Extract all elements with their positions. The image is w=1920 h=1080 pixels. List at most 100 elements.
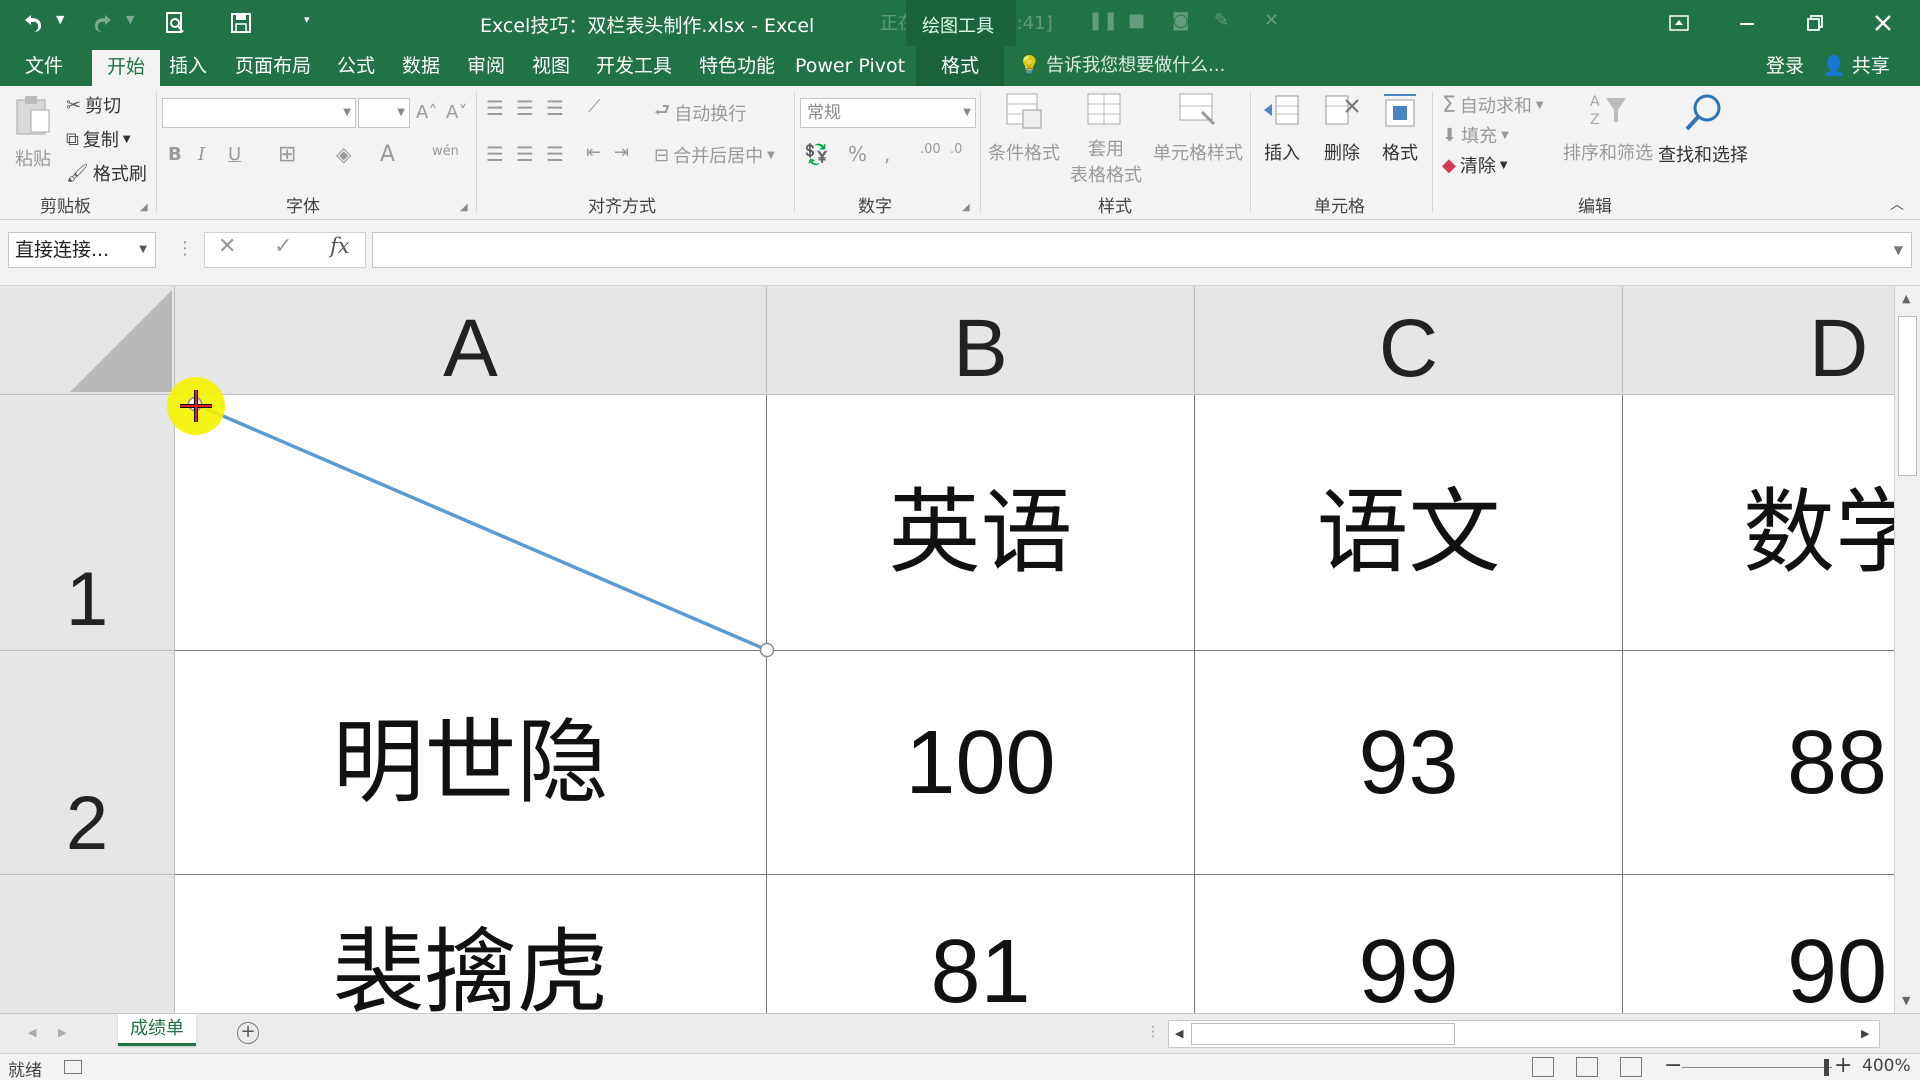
redo-icon[interactable] xyxy=(86,8,120,38)
italic-icon[interactable]: I xyxy=(198,144,205,165)
zoom-level[interactable]: 400% xyxy=(1862,1056,1911,1076)
ribbon-display-icon[interactable] xyxy=(1646,0,1712,46)
orientation-icon[interactable]: ⟋ xyxy=(588,96,601,117)
name-box[interactable]: 直接连接... ▼ xyxy=(8,232,156,268)
minimize-icon[interactable] xyxy=(1714,0,1780,46)
page-layout-view-icon[interactable] xyxy=(1576,1057,1598,1077)
format-as-table-button[interactable]: 套用 表格格式 xyxy=(1060,92,1152,187)
fill-dropdown-icon[interactable]: ▼ xyxy=(1501,130,1509,141)
worksheet-grid[interactable]: A B C D 1 2 英语 语文 数学 明世隐 100 93 88 裴擒虎 8… xyxy=(0,286,1894,1013)
zoom-in-icon[interactable]: + xyxy=(1834,1053,1852,1078)
tab-developer[interactable]: 开发工具 xyxy=(590,46,678,86)
split-handle-icon[interactable]: ⋮ xyxy=(1146,1024,1160,1040)
zoom-slider[interactable] xyxy=(1682,1067,1832,1068)
cancel-icon[interactable]: ✕ xyxy=(218,234,236,259)
find-select-button[interactable]: 查找和选择 xyxy=(1656,92,1750,167)
align-bottom-icon[interactable]: ☰ xyxy=(546,96,564,120)
chevron-down-icon[interactable]: ▼ xyxy=(139,233,147,267)
insert-function-icon[interactable]: fx xyxy=(330,234,350,258)
macro-record-icon[interactable] xyxy=(64,1060,82,1074)
tab-file[interactable]: 文件 xyxy=(10,46,78,86)
align-right-icon[interactable]: ☰ xyxy=(546,142,564,166)
normal-view-icon[interactable] xyxy=(1532,1057,1554,1077)
align-top-icon[interactable]: ☰ xyxy=(486,96,504,120)
tell-me-search[interactable]: 💡 告诉我您想要做什么... xyxy=(1018,46,1225,86)
percent-icon[interactable]: % xyxy=(848,142,867,166)
undo-icon[interactable] xyxy=(16,8,50,38)
undo-dropdown-icon[interactable]: ▼ xyxy=(56,13,64,26)
clipboard-launcher-icon[interactable]: ◢ xyxy=(140,202,148,213)
zoom-out-icon[interactable]: − xyxy=(1664,1053,1682,1078)
tab-special-features[interactable]: 特色功能 xyxy=(692,46,782,86)
merge-center-button[interactable]: ⊟ 合并后居中 ▼ xyxy=(654,142,775,168)
paste-button[interactable]: 粘贴 xyxy=(10,94,56,171)
font-size-combo[interactable]: ▼ xyxy=(358,98,410,128)
tab-data[interactable]: 数据 xyxy=(394,46,448,86)
align-middle-icon[interactable]: ☰ xyxy=(516,96,534,120)
formula-input[interactable]: ▼ xyxy=(372,232,1912,268)
decrease-indent-icon[interactable]: ⇤ xyxy=(586,142,601,163)
borders-icon[interactable]: ⊞ xyxy=(278,142,296,167)
fill-color-icon[interactable]: ◈ xyxy=(336,142,351,166)
tab-view[interactable]: 视图 xyxy=(524,46,578,86)
format-painter-button[interactable]: 🖌 格式刷 xyxy=(66,160,147,186)
prev-sheet-icon[interactable]: ◀ xyxy=(28,1026,36,1039)
alignment-launcher-icon[interactable]: ◢ xyxy=(962,202,970,213)
comma-icon[interactable]: , xyxy=(884,142,890,166)
clear-dropdown-icon[interactable]: ▼ xyxy=(1500,160,1508,171)
horizontal-scroll-thumb[interactable] xyxy=(1191,1023,1455,1045)
wrap-text-button[interactable]: ⮐ 自动换行 xyxy=(654,98,746,128)
clear-button[interactable]: ◆ 清除 ▼ xyxy=(1442,152,1508,178)
scroll-right-icon[interactable]: ▶ xyxy=(1861,1027,1869,1040)
sort-filter-button[interactable]: AZ 排序和筛选 xyxy=(1562,92,1654,165)
expand-formula-icon[interactable]: ▼ xyxy=(1894,243,1903,257)
font-color-icon[interactable]: A xyxy=(380,142,395,167)
autosum-dropdown-icon[interactable]: ▼ xyxy=(1536,100,1544,111)
increase-decimal-icon[interactable]: .00 xyxy=(920,142,941,157)
currency-icon[interactable]: 💱 xyxy=(804,142,829,166)
merge-dropdown-icon[interactable]: ▼ xyxy=(767,150,775,161)
zoom-slider-thumb[interactable] xyxy=(1824,1059,1829,1076)
save-icon[interactable] xyxy=(224,8,258,38)
more-options-icon[interactable]: ⋮ xyxy=(176,238,194,259)
sheet-tab-scores[interactable]: 成绩单 xyxy=(118,1014,196,1046)
diagonal-line-shape[interactable] xyxy=(194,402,768,652)
horizontal-scrollbar[interactable]: ◀ ▶ xyxy=(1168,1020,1880,1048)
scroll-up-icon[interactable]: ▲ xyxy=(1902,292,1910,305)
next-sheet-icon[interactable]: ▶ xyxy=(58,1026,66,1039)
decrease-font-icon[interactable]: A˅ xyxy=(446,102,467,123)
align-center-icon[interactable]: ☰ xyxy=(516,142,534,166)
tab-power-pivot[interactable]: Power Pivot xyxy=(794,46,906,86)
close-icon[interactable] xyxy=(1850,0,1916,46)
scroll-down-icon[interactable]: ▼ xyxy=(1902,994,1910,1007)
phonetic-icon[interactable]: wén xyxy=(432,144,459,159)
delete-cells-button[interactable]: 删除 xyxy=(1314,92,1370,165)
add-sheet-icon[interactable]: + xyxy=(237,1022,259,1044)
login-link[interactable]: 登录 xyxy=(1766,46,1804,86)
align-left-icon[interactable]: ☰ xyxy=(486,142,504,166)
tab-format[interactable]: 格式 xyxy=(916,46,1004,86)
collapse-ribbon-icon[interactable]: ︿ xyxy=(1890,194,1904,214)
tab-review[interactable]: 审阅 xyxy=(460,46,512,86)
decrease-decimal-icon[interactable]: .0 xyxy=(950,142,962,157)
insert-cells-button[interactable]: 插入 xyxy=(1256,92,1308,165)
enter-icon[interactable]: ✓ xyxy=(274,234,292,259)
restore-icon[interactable] xyxy=(1782,0,1848,46)
conditional-format-button[interactable]: 条件格式 xyxy=(984,92,1064,165)
vertical-scroll-thumb[interactable] xyxy=(1898,316,1917,476)
format-cells-button[interactable]: 格式 xyxy=(1374,92,1426,165)
page-break-view-icon[interactable] xyxy=(1620,1057,1642,1077)
increase-font-icon[interactable]: A˄ xyxy=(416,102,437,123)
bold-icon[interactable]: B xyxy=(168,144,182,165)
fill-button[interactable]: ⬇ 填充 ▼ xyxy=(1442,122,1509,148)
tab-formulas[interactable]: 公式 xyxy=(330,46,382,86)
tab-page-layout[interactable]: 页面布局 xyxy=(228,46,318,86)
autosum-button[interactable]: Σ 自动求和 ▼ xyxy=(1442,92,1544,118)
increase-indent-icon[interactable]: ⇥ xyxy=(614,142,629,163)
underline-icon[interactable]: U xyxy=(228,144,241,165)
copy-dropdown-icon[interactable]: ▼ xyxy=(123,134,131,145)
cut-button[interactable]: ✂ 剪切 xyxy=(66,92,121,118)
line-end-handle[interactable] xyxy=(759,642,775,658)
tab-home[interactable]: 开始 xyxy=(92,50,160,86)
tab-insert[interactable]: 插入 xyxy=(160,46,216,86)
